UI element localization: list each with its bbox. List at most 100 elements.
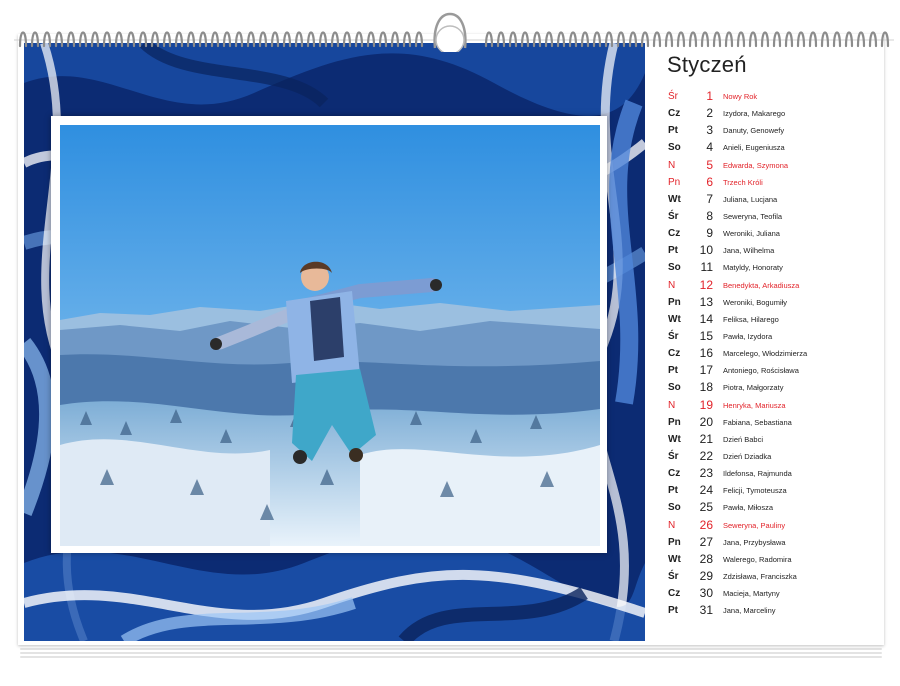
name-day: Dzień Babci [723,434,764,444]
day-number: 5 [706,157,713,172]
name-day: Jana, Przybysława [723,537,786,547]
name-day: Izydora, Makarego [723,109,786,119]
day-row: Wt 28 Walerego, Radomira [668,551,868,568]
day-row: Pt 3 Danuty, Genowefy [668,122,868,139]
day-number: 8 [706,208,713,223]
day-row: Pt 31 Jana, Marceliny [668,602,868,619]
day-row: Pt 17 Antoniego, Rościsława [668,362,868,379]
day-row: Pt 24 Felicji, Tymoteusza [668,482,868,499]
day-number: 20 [699,414,713,429]
day-number: 19 [699,397,713,412]
day-row: Pn 20 Fabiana, Sebastiana [668,414,868,431]
day-row: Cz 30 Macieja, Martyny [668,585,868,602]
page-stack-edge [20,656,882,658]
day-number: 24 [699,483,713,498]
day-number: 6 [706,174,713,189]
day-number: 9 [706,226,713,241]
day-row: Śr 8 Seweryna, Teofila [668,208,868,225]
day-row: So 18 Piotra, Małgorzaty [668,379,868,396]
day-number: 13 [699,294,713,309]
day-row: Wt 21 Dzień Babci [668,431,868,448]
day-number: 10 [699,243,713,258]
name-day: Anieli, Eugeniusza [723,143,785,153]
day-number: 29 [699,568,713,583]
name-day: Nowy Rok [723,92,758,101]
name-day: Macieja, Martyny [723,589,780,599]
day-number: 15 [699,328,713,343]
name-day: Henryka, Mariusza [723,400,786,410]
day-number: 21 [699,431,713,446]
name-day: Felicji, Tymoteusza [723,486,787,496]
name-day: Danuty, Genowefy [723,126,785,136]
day-row: Pn 13 Weroniki, Bogumiły [668,294,868,311]
month-title: Styczeń [667,52,747,77]
day-number: 14 [699,311,713,326]
day-row: Cz 23 Ildefonsa, Rajmunda [668,465,868,482]
day-number: 27 [699,534,713,549]
name-day: Pawła, Izydora [723,331,773,341]
name-day: Zdzisława, Franciszka [723,571,797,581]
page-stack-edge [20,652,882,654]
name-day: Weroniki, Juliana [723,229,780,239]
day-row: Śr 29 Zdzisława, Franciszka [668,568,868,585]
day-number: 3 [706,123,713,138]
name-day: Weroniki, Bogumiły [723,297,788,307]
name-day: Feliksa, Hilarego [723,314,779,324]
day-row: Wt 14 Feliksa, Hilarego [668,311,868,328]
name-day: Juliana, Lucjana [723,194,778,204]
name-day: Piotra, Małgorzaty [723,383,784,393]
name-day: Walerego, Radomira [723,554,792,564]
name-day: Dzień Dziadka [723,451,772,461]
day-number: 11 [700,260,713,275]
name-day: Trzech Króli [723,177,763,187]
day-number: 22 [699,448,713,463]
name-day: Fabiana, Sebastiana [723,417,792,427]
day-number: 16 [699,346,713,361]
day-row: Cz 9 Weroniki, Juliana [668,225,868,242]
page-stack-edge [20,648,882,650]
name-day: Jana, Wilhelma [723,246,775,256]
day-row: Cz 16 Marcelego, Włodzimierza [668,345,868,362]
day-row: So 4 Anieli, Eugeniusza [668,139,868,156]
name-day: Edwarda, Szymona [723,160,789,170]
photo-jumping-person [60,125,600,546]
day-row: Śr 1 Nowy Rok [668,88,868,105]
mountain-photo [60,125,600,546]
day-row: N 19 Henryka, Mariusza [668,397,868,414]
day-number: 1 [706,89,713,103]
day-row: Wt 7 Juliana, Lucjana [668,191,868,208]
name-day: Pawła, Miłosza [723,503,774,513]
name-day: Matyldy, Honoraty [723,263,783,273]
day-number: 25 [699,500,713,515]
day-row: Pn 6 Trzech Króli [668,174,868,191]
name-day: Ildefonsa, Rajmunda [723,469,792,479]
day-number: 31 [699,603,713,618]
day-list: Śr 1 Nowy Rok Cz 2 Izydora, Makarego Pt 3 Danuty… [668,88,868,619]
day-row: So 25 Pawła, Miłosza [668,499,868,516]
day-row: N 12 Benedykta, Arkadiusza [668,277,868,294]
name-day: Jana, Marceliny [723,606,776,616]
name-day: Benedykta, Arkadiusza [723,280,800,290]
name-day: Marcelego, Włodzimierza [723,349,808,359]
day-row: Śr 22 Dzień Dziadka [668,448,868,465]
day-row: N 26 Seweryna, Pauliny [668,517,868,534]
day-number: 4 [706,140,713,155]
day-row: Śr 15 Pawła, Izydora [668,328,868,345]
day-number: 2 [706,106,713,121]
day-number: 30 [699,586,713,601]
day-row: Pn 27 Jana, Przybysława [668,534,868,551]
day-row: So 11 Matyldy, Honoraty [668,259,868,276]
day-number: 18 [699,380,713,395]
day-number: 7 [706,191,713,206]
name-day: Seweryna, Pauliny [723,520,786,530]
day-number: 12 [699,277,713,292]
day-number: 28 [699,551,713,566]
hanger-hook [433,12,467,52]
day-row: Pt 10 Jana, Wilhelma [668,242,868,259]
day-number: 17 [699,363,713,378]
day-number: 23 [699,466,713,481]
name-day: Seweryna, Teofila [723,211,783,221]
day-number: 26 [699,517,713,532]
day-row: N 5 Edwarda, Szymona [668,157,868,174]
day-row: Cz 2 Izydora, Makarego [668,105,868,122]
